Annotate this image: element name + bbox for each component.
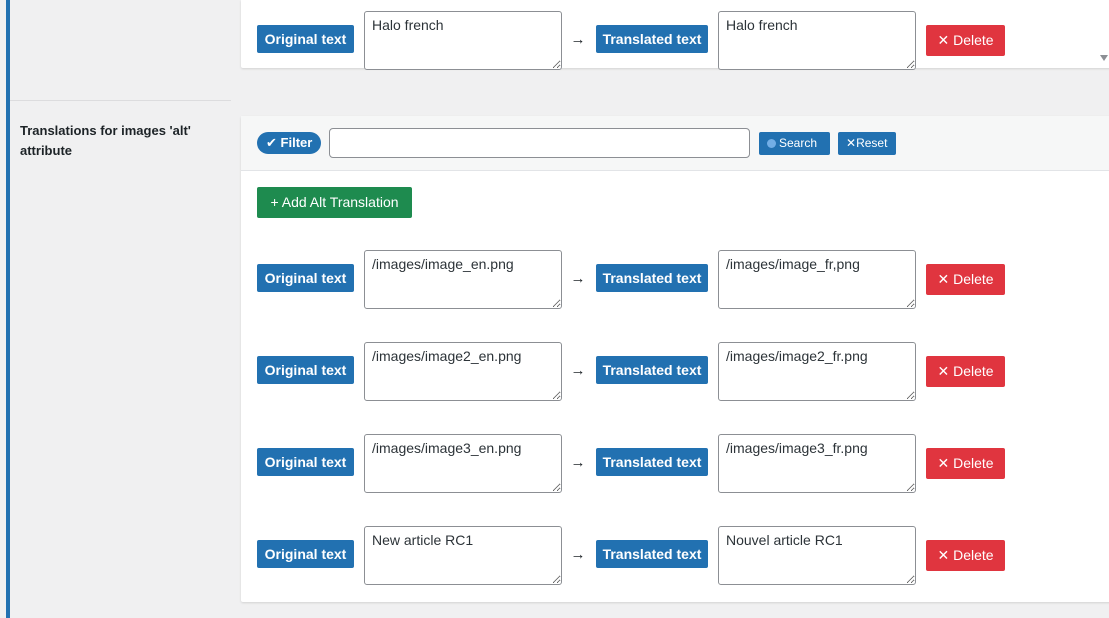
close-icon: ✕ — [937, 455, 950, 471]
add-alt-translation-label: Add Alt Translation — [281, 194, 399, 210]
original-text-label: Original text — [257, 264, 354, 292]
translation-row: Original text /images/image2_en.png → Tr… — [257, 342, 1017, 402]
translated-text-field[interactable]: Nouvel article RC1 — [718, 526, 916, 585]
close-icon: ✕ — [937, 32, 950, 48]
search-label: Search — [779, 136, 818, 150]
scroll-down-icon[interactable] — [1100, 55, 1108, 61]
delete-button[interactable]: ✕ Delete — [926, 448, 1005, 479]
plus-icon: + — [270, 194, 279, 210]
translated-text-field[interactable]: Halo french — [718, 11, 916, 70]
arrow-right-icon: → — [570, 362, 586, 379]
original-text-field[interactable]: Halo french — [364, 11, 562, 70]
translated-text-label: Translated text — [596, 356, 708, 384]
delete-button[interactable]: ✕ Delete — [926, 264, 1005, 295]
add-alt-translation-button[interactable]: + Add Alt Translation — [257, 187, 412, 218]
section-divider — [10, 100, 231, 101]
reset-label: Reset — [856, 136, 888, 150]
original-text-field[interactable]: New article RC1 — [364, 526, 562, 585]
delete-label: Delete — [953, 455, 994, 471]
original-text-field[interactable]: /images/image2_en.png — [364, 342, 562, 401]
translation-row: Original text /images/image_en.png → Tra… — [257, 250, 1017, 310]
translated-text-label: Translated text — [596, 264, 708, 292]
translation-row: Original text Halo french → Translated t… — [257, 11, 1017, 71]
delete-button[interactable]: ✕ Delete — [926, 356, 1005, 387]
delete-label: Delete — [953, 363, 994, 379]
left-accent-bar — [6, 0, 10, 618]
filter-search-input[interactable] — [329, 128, 750, 158]
original-text-label: Original text — [257, 448, 354, 476]
translated-text-field[interactable]: /images/image3_fr.png — [718, 434, 916, 493]
filter-bar: ✔ Filter Search ✕Reset — [241, 116, 1109, 171]
close-icon: ✕ — [937, 547, 950, 563]
filter-toggle[interactable]: ✔ Filter — [257, 132, 322, 154]
alt-translations-panel: ✔ Filter Search ✕Reset + Add Alt Transla… — [241, 116, 1109, 602]
original-text-field[interactable]: /images/image_en.png — [364, 250, 562, 309]
translated-text-label: Translated text — [596, 540, 708, 568]
check-icon: ✔ — [266, 135, 277, 150]
delete-label: Delete — [953, 32, 994, 48]
reset-button[interactable]: ✕Reset — [838, 132, 896, 155]
original-text-label: Original text — [257, 356, 354, 384]
delete-label: Delete — [953, 271, 994, 287]
translated-text-label: Translated text — [596, 448, 708, 476]
previous-translations-panel: Original text Halo french → Translated t… — [241, 0, 1109, 71]
delete-label: Delete — [953, 547, 994, 563]
close-icon: ✕ — [846, 136, 857, 150]
translation-row: Original text /images/image3_en.png → Tr… — [257, 434, 1017, 494]
original-text-label: Original text — [257, 25, 354, 53]
arrow-right-icon: → — [570, 546, 586, 563]
search-icon — [767, 139, 776, 148]
close-icon: ✕ — [937, 363, 950, 379]
delete-button[interactable]: ✕ Delete — [926, 540, 1005, 571]
arrow-right-icon: → — [570, 270, 586, 287]
arrow-right-icon: → — [570, 31, 586, 48]
arrow-right-icon: → — [570, 454, 586, 471]
translated-text-field[interactable]: /images/image_fr,png — [718, 250, 916, 309]
search-button[interactable]: Search — [759, 132, 830, 155]
filter-label: Filter — [280, 135, 313, 150]
close-icon: ✕ — [937, 271, 950, 287]
translated-text-field[interactable]: /images/image2_fr.png — [718, 342, 916, 401]
translation-row: Original text New article RC1 → Translat… — [257, 526, 1017, 586]
original-text-field[interactable]: /images/image3_en.png — [364, 434, 562, 493]
section-label: Translations for images 'alt' attribute — [20, 123, 191, 158]
original-text-label: Original text — [257, 540, 354, 568]
translated-text-label: Translated text — [596, 25, 708, 53]
delete-button[interactable]: ✕ Delete — [926, 25, 1005, 56]
